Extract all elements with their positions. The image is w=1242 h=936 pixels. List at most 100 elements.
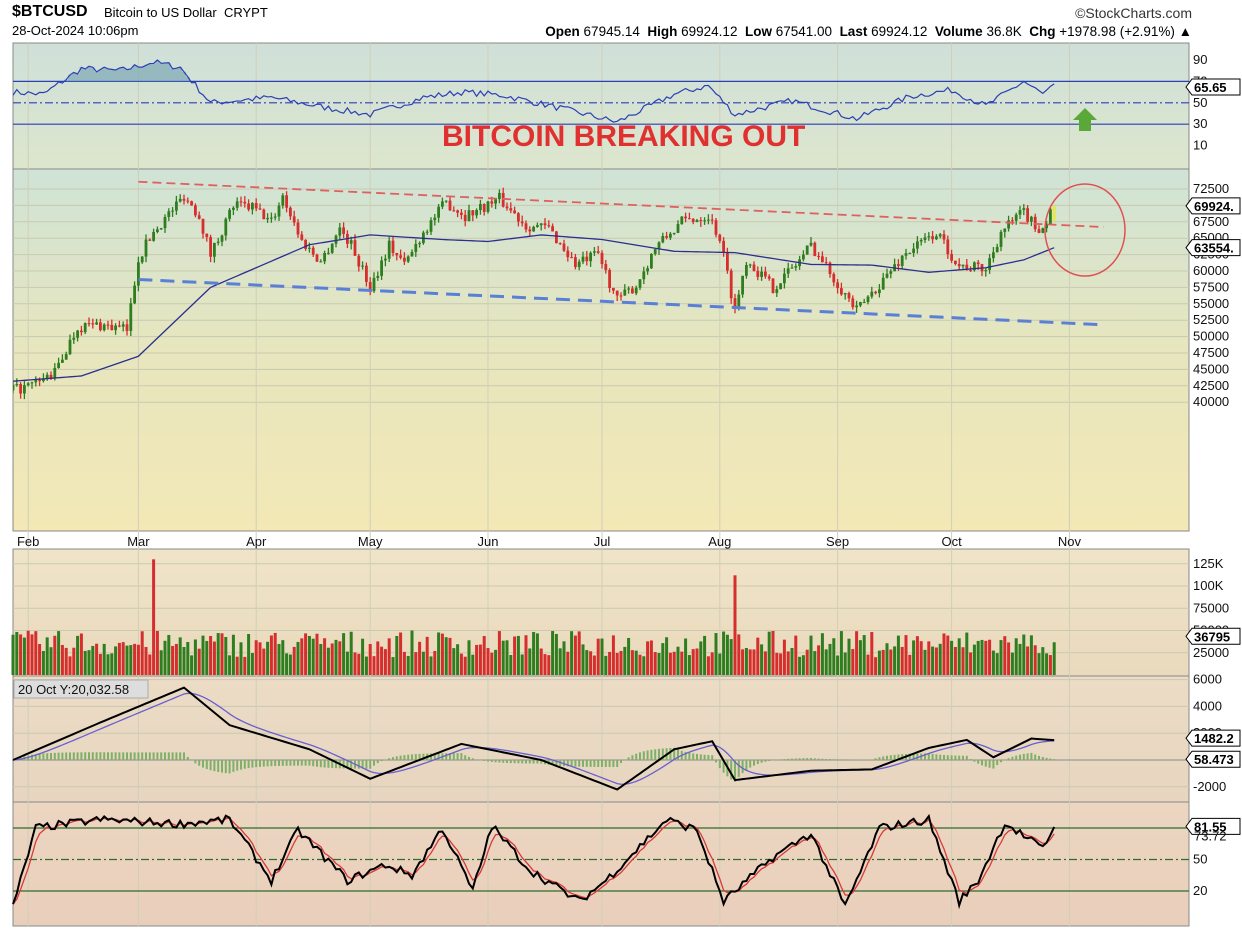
macd-histogram-bar: [194, 760, 197, 764]
macd-histogram-bar: [395, 756, 398, 760]
volume-bar: [976, 640, 980, 675]
volume-bar: [748, 649, 752, 675]
volume-bar: [946, 635, 950, 675]
macd-histogram-bar: [889, 755, 892, 760]
month-label: Apr: [246, 534, 267, 549]
macd-histogram-bar: [623, 759, 626, 761]
macd-histogram-bar: [502, 760, 505, 763]
macd-histogram-bar: [635, 753, 638, 760]
volume-bar: [174, 643, 178, 675]
macd-histogram-bar: [65, 752, 68, 760]
macd-histogram-bar: [779, 759, 782, 760]
volume-bar: [133, 643, 137, 675]
volume-bar: [296, 641, 300, 675]
volume-bar: [475, 644, 479, 675]
volume-bar: [402, 651, 406, 675]
macd-histogram-bar: [753, 760, 755, 766]
volume-bar: [885, 643, 889, 675]
volume-bar: [756, 637, 760, 675]
macd-histogram-bar: [190, 760, 193, 761]
macd-histogram-bar: [221, 760, 223, 773]
macd-histogram-bar: [1041, 756, 1044, 760]
macd-histogram-bar: [737, 760, 740, 777]
axis-tick-label: 50000: [1193, 329, 1229, 344]
macd-histogram-bar: [202, 760, 204, 768]
volume-bar: [744, 647, 748, 675]
macd-histogram-bar: [285, 760, 288, 766]
macd-histogram-bar: [270, 760, 273, 767]
volume-bar: [315, 633, 319, 675]
axis-tick-label: 52500: [1193, 312, 1229, 327]
volume-bar: [839, 631, 843, 675]
month-label: Sep: [826, 534, 849, 549]
macd-histogram-bar: [255, 760, 258, 768]
volume-bar: [395, 636, 399, 675]
volume-bar: [1037, 653, 1041, 675]
volume-bar: [535, 633, 539, 675]
macd-histogram-bar: [783, 759, 786, 760]
macd-histogram-bar: [870, 759, 873, 761]
price-bar: [194, 203, 197, 218]
macd-histogram-bar: [205, 760, 208, 770]
volume-bar: [383, 649, 387, 675]
volume-bar: [467, 640, 471, 675]
volume-bar: [1033, 645, 1037, 675]
macd-histogram-bar: [806, 758, 809, 760]
macd-histogram-bar: [627, 757, 630, 760]
volume-bar: [896, 635, 900, 675]
macd-histogram-bar: [365, 760, 368, 769]
macd-histogram-bar: [80, 752, 83, 760]
volume-bar: [725, 634, 729, 675]
volume-bar: [49, 647, 53, 675]
rsi-value-badge: 65.65: [1185, 78, 1241, 96]
volume-bar: [1045, 653, 1049, 675]
macd-histogram-bar: [965, 755, 968, 760]
volume-bar: [34, 631, 38, 675]
volume-bar: [258, 642, 262, 675]
svg-text:65.65: 65.65: [1194, 80, 1227, 95]
macd-histogram-bar: [1007, 758, 1010, 760]
volume-bar: [627, 637, 631, 675]
volume-bar: [482, 635, 486, 675]
month-label: May: [358, 534, 383, 549]
volume-bar: [57, 631, 61, 675]
macd-histogram-bar: [718, 760, 721, 769]
volume-bar: [349, 631, 353, 675]
macd-histogram-bar: [297, 760, 299, 766]
macd-histogram-bar: [232, 760, 235, 772]
volume-bar: [1022, 634, 1026, 675]
volume-bar: [729, 639, 733, 675]
macd-histogram-bar: [791, 758, 793, 760]
macd-histogram-bar: [84, 752, 87, 760]
volume-bar: [60, 645, 64, 675]
volume-bar: [877, 650, 881, 675]
volume-bar: [45, 637, 49, 675]
macd-histogram-bar: [380, 760, 383, 762]
svg-text:58.473: 58.473: [1194, 752, 1234, 767]
volume-bar: [611, 635, 615, 675]
volume-bar: [752, 649, 756, 675]
macd-histogram-bar: [593, 760, 596, 767]
volume-bar: [912, 640, 916, 675]
axis-tick-label: 42500: [1193, 378, 1229, 393]
macd-histogram-bar: [236, 760, 239, 771]
macd-histogram-bar: [715, 760, 717, 763]
volume-bar: [182, 646, 186, 675]
macd-histogram-bar: [1053, 759, 1056, 760]
macd-histogram-bar: [844, 759, 847, 760]
volume-bar: [638, 654, 642, 675]
volume-bar: [300, 638, 304, 675]
axis-tick-label: 10: [1193, 138, 1207, 153]
volume-bar: [353, 652, 357, 675]
macd-histogram-bar: [327, 760, 330, 768]
volume-bar: [665, 637, 669, 675]
volume-bar: [136, 644, 140, 675]
macd-histogram-bar: [152, 752, 155, 760]
volume-bar: [437, 632, 441, 675]
volume-bar: [763, 651, 767, 675]
volume-bar: [15, 632, 19, 675]
volume-bar: [760, 644, 764, 675]
volume-bar: [817, 645, 821, 675]
volume-bar: [942, 633, 946, 675]
ma-value-badge: 63554.: [1185, 239, 1241, 257]
